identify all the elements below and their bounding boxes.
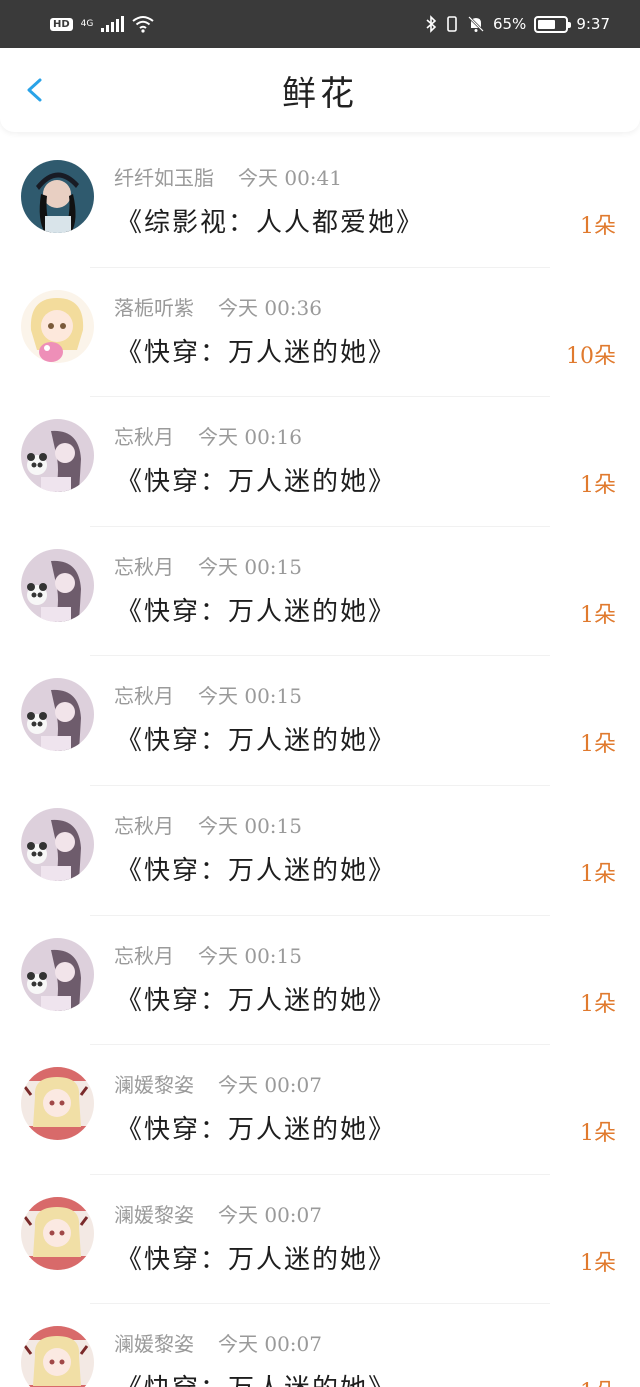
signal-icon	[101, 16, 125, 32]
flower-count: 1朵	[580, 991, 616, 1017]
flower-count: 10朵	[566, 343, 616, 369]
username[interactable]: 落栀听紫	[114, 292, 194, 321]
flower-record-row[interactable]: 忘秋月 今天 00:15 《快穿：万人迷的她》 1朵	[0, 527, 640, 657]
flower-count: 1朵	[580, 473, 616, 499]
book-title[interactable]: 《快穿：万人迷的她》	[116, 591, 396, 628]
flower-count: 1朵	[580, 1374, 616, 1387]
wifi-icon	[132, 16, 154, 33]
user-avatar[interactable]	[21, 678, 94, 752]
flower-count: 1朵	[580, 602, 616, 628]
book-title[interactable]: 《快穿：万人迷的她》	[116, 1368, 396, 1387]
vibrate-icon	[447, 16, 457, 32]
status-bar: HD 4G 65% 9:37	[0, 0, 640, 48]
flower-count: 1朵	[580, 861, 616, 887]
flower-record-row[interactable]: 澜媛黎姿今天 00:07 《快穿：万人迷的她》 1朵	[0, 1175, 640, 1305]
username[interactable]: 忘秋月	[114, 940, 174, 969]
record-meta: 忘秋月 今天 00:15	[114, 940, 302, 969]
book-title[interactable]: 《快穿：万人迷的她》	[116, 980, 396, 1017]
status-right: 65% 9:37	[425, 15, 610, 33]
back-arrow-icon[interactable]	[22, 76, 50, 104]
record-meta: 忘秋月 今天 00:16	[114, 421, 302, 450]
top-nav-bar: 鲜花	[0, 48, 640, 132]
battery-percent: 65%	[492, 15, 527, 33]
username[interactable]: 澜媛黎姿	[114, 1328, 194, 1357]
timestamp: 今天 00:15	[198, 684, 302, 709]
record-meta: 澜媛黎姿 今天 00:07	[114, 1069, 322, 1098]
flower-record-row[interactable]: 落栀听紫 今天 00:36 《快穿：万人迷的她》 10朵	[0, 268, 640, 398]
flower-count: 1朵	[580, 732, 616, 758]
flower-record-row[interactable]: 忘秋月 今天 00:15 《快穿：万人迷的她》 1朵	[0, 916, 640, 1046]
username[interactable]: 忘秋月	[114, 810, 174, 839]
page-title: 鲜花	[282, 73, 358, 114]
clock: 9:37	[576, 15, 610, 33]
user-avatar[interactable]	[21, 289, 94, 363]
mute-bell-icon	[468, 16, 484, 32]
user-avatar[interactable]	[21, 160, 94, 233]
network-type: 4G	[80, 18, 94, 29]
status-left: HD 4G	[50, 15, 154, 33]
record-meta: 忘秋月 今天 00:15	[114, 551, 302, 580]
timestamp: 今天 00:15	[198, 554, 302, 579]
flower-record-row[interactable]: 澜媛黎姿今天 00:07 《快穿：万人迷的她》 1朵	[0, 1304, 640, 1387]
book-title[interactable]: 《快穿：万人迷的她》	[116, 720, 396, 757]
book-title[interactable]: 《快穿：万人迷的她》	[116, 332, 396, 369]
username[interactable]: 纤纤如玉脂	[114, 162, 214, 191]
flower-record-list[interactable]: 纤纤如玉脂 今天 00:41 《综影视：人人都爱她》 1朵 落栀听紫 今天 00:36 《快…	[0, 138, 640, 1387]
username[interactable]: 忘秋月	[114, 421, 174, 450]
battery-fill	[538, 19, 556, 29]
timestamp: 今天 00:07	[218, 1202, 322, 1227]
hd-badge: HD	[50, 17, 73, 31]
book-title[interactable]: 《快穿：万人迷的她》	[116, 850, 396, 887]
flower-record-row[interactable]: 忘秋月 今天 00:16 《快穿：万人迷的她》 1朵	[0, 397, 640, 527]
user-avatar[interactable]	[21, 807, 94, 881]
flower-record-row[interactable]: 忘秋月 今天 00:15 《快穿：万人迷的她》 1朵	[0, 656, 640, 786]
record-meta: 忘秋月 今天 00:15	[114, 810, 302, 839]
record-meta: 落栀听紫 今天 00:36	[114, 292, 322, 321]
book-title[interactable]: 《快穿：万人迷的她》	[116, 1109, 396, 1146]
user-avatar[interactable]	[21, 548, 94, 622]
timestamp: 今天 00:16	[198, 425, 302, 450]
timestamp: 今天 00:41	[238, 166, 342, 190]
user-avatar[interactable]	[21, 937, 94, 1011]
flower-count: 1朵	[580, 1250, 616, 1276]
flower-record-row[interactable]: 澜媛黎姿今天 00:07 《快穿：万人迷的她》 1朵	[0, 1045, 640, 1175]
username[interactable]: 忘秋月	[114, 551, 174, 580]
timestamp: 今天 00:07	[218, 1332, 322, 1357]
timestamp: 今天 00:15	[198, 943, 302, 968]
username[interactable]: 澜媛黎姿	[114, 1199, 194, 1228]
flower-record-row[interactable]: 纤纤如玉脂 今天 00:41 《综影视：人人都爱她》 1朵	[0, 138, 640, 268]
battery-icon	[534, 15, 572, 33]
record-meta: 澜媛黎姿 今天 00:07	[114, 1328, 322, 1357]
record-meta: 忘秋月 今天 00:15	[114, 680, 302, 709]
book-title[interactable]: 《综影视：人人都爱她》	[116, 202, 424, 239]
user-avatar[interactable]	[21, 1196, 94, 1270]
book-title[interactable]: 《快穿：万人迷的她》	[116, 461, 396, 498]
username[interactable]: 忘秋月	[114, 680, 174, 709]
book-title[interactable]: 《快穿：万人迷的她》	[116, 1239, 396, 1276]
flower-count: 1朵	[580, 214, 616, 239]
timestamp: 今天 00:07	[218, 1073, 322, 1098]
user-avatar[interactable]	[21, 1067, 94, 1141]
flower-count: 1朵	[580, 1121, 616, 1147]
record-meta: 纤纤如玉脂 今天 00:41	[114, 162, 342, 191]
timestamp: 今天 00:36	[218, 295, 322, 320]
user-avatar[interactable]	[21, 419, 94, 493]
record-meta: 澜媛黎姿 今天 00:07	[114, 1199, 322, 1228]
username[interactable]: 澜媛黎姿	[114, 1069, 194, 1098]
user-avatar[interactable]	[21, 1326, 94, 1387]
timestamp: 今天 00:15	[198, 813, 302, 838]
bluetooth-icon	[426, 15, 437, 33]
flower-record-row[interactable]: 忘秋月 今天 00:15 《快穿：万人迷的她》 1朵	[0, 786, 640, 916]
